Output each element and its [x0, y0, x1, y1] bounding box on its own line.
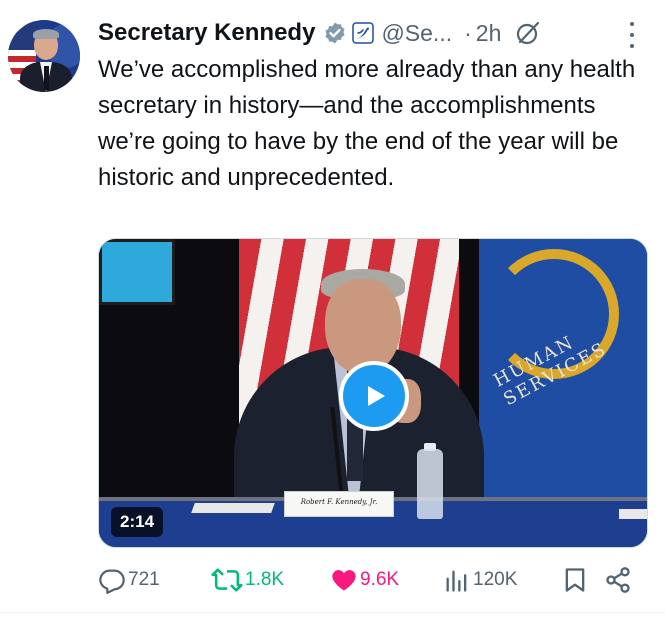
separator-dot: · — [464, 19, 472, 46]
video-player[interactable]: HUMAN SERVICES Robert F. Kennedy, Jr. 2:… — [98, 238, 648, 548]
timestamp[interactable]: 2h — [476, 20, 502, 47]
repost-button[interactable]: 1.8K — [211, 560, 284, 600]
share-icon — [606, 567, 630, 593]
repost-count: 1.8K — [245, 569, 285, 590]
display-name[interactable]: Secretary Kennedy — [98, 19, 315, 47]
play-button[interactable] — [339, 361, 409, 431]
tweet-text: We’ve accomplished more already than any… — [98, 56, 636, 191]
nameplate: Robert F. Kennedy, Jr. — [284, 491, 394, 517]
reply-icon — [99, 569, 125, 594]
speaker-face — [325, 279, 401, 375]
tweet-actions: 721 1.8K 9.6K 120K — [98, 560, 638, 600]
views-count: 120K — [473, 569, 518, 590]
avatar-tie — [44, 66, 49, 90]
handle[interactable]: @Se... — [381, 20, 452, 47]
bookmark-button[interactable] — [561, 560, 589, 600]
reply-button[interactable]: 721 — [98, 560, 160, 600]
bookmark-icon — [565, 568, 585, 592]
more-options-icon[interactable] — [626, 22, 638, 48]
heart-icon — [332, 570, 356, 591]
monitor-screen — [99, 239, 175, 305]
avatar[interactable] — [8, 20, 80, 92]
tweet[interactable]: Secretary Kennedy @Se... · 2h We’ve acco… — [0, 0, 665, 622]
water-bottle — [417, 449, 443, 519]
play-icon — [368, 386, 385, 406]
papers — [191, 503, 275, 513]
views-button[interactable]: 120K — [443, 560, 517, 600]
avatar-flag-stars — [8, 20, 36, 50]
hhs-affiliation-badge-icon[interactable] — [351, 21, 375, 45]
avatar-hair — [33, 29, 59, 39]
papers-right — [619, 509, 647, 519]
grok-icon[interactable] — [515, 20, 541, 46]
video-duration: 2:14 — [111, 507, 164, 537]
verified-badge-icon[interactable] — [323, 21, 347, 45]
like-count: 9.6K — [360, 569, 400, 590]
repost-icon — [211, 568, 243, 592]
like-button[interactable]: 9.6K — [330, 560, 399, 600]
tweet-divider — [0, 612, 665, 613]
analytics-icon — [446, 570, 467, 592]
reply-count: 721 — [128, 569, 160, 590]
share-button[interactable] — [604, 560, 632, 600]
tweet-header: Secretary Kennedy @Se... · 2h — [98, 14, 541, 52]
